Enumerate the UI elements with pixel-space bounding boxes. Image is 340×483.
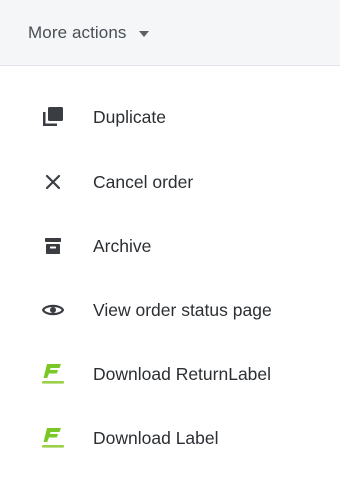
menu-item-label: Download ReturnLabel	[93, 363, 272, 384]
menu-item-download-label[interactable]: Download Label	[0, 406, 340, 470]
duplicate-icon	[34, 103, 72, 131]
menu-item-label: Download Label	[93, 427, 219, 448]
menu-item-view-order-status[interactable]: View order status page	[0, 278, 340, 342]
chevron-down-icon	[138, 30, 149, 37]
actions-menu: Duplicate Cancel order Archive View orde…	[0, 84, 340, 470]
menu-item-archive[interactable]: Archive	[0, 214, 340, 278]
more-actions-label: More actions	[28, 22, 127, 42]
close-icon	[34, 168, 72, 196]
menu-item-label: Duplicate	[93, 106, 166, 127]
menu-item-cancel-order[interactable]: Cancel order	[0, 150, 340, 214]
menu-item-duplicate[interactable]: Duplicate	[0, 84, 340, 150]
menu-item-label: Cancel order	[93, 171, 194, 192]
archive-icon	[34, 232, 72, 260]
eye-icon	[34, 296, 72, 324]
more-actions-button[interactable]: More actions	[0, 0, 340, 66]
app-logo-icon	[34, 360, 72, 388]
actions-popover: More actions Duplicate Cancel order Arch…	[0, 0, 340, 483]
menu-item-download-return-label[interactable]: Download ReturnLabel	[0, 342, 340, 406]
menu-item-label: View order status page	[93, 299, 272, 320]
menu-item-label: Archive	[93, 235, 152, 256]
app-logo-icon	[34, 424, 72, 452]
